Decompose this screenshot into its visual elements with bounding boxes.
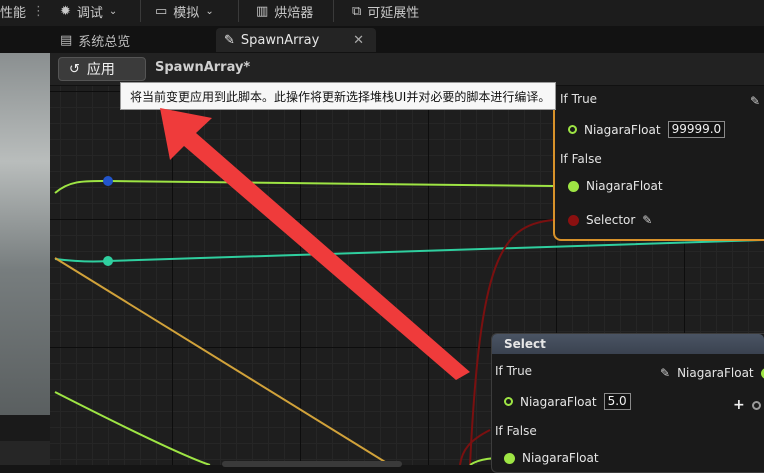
arrow-icon [160, 108, 470, 380]
annotation-arrow [160, 108, 470, 380]
